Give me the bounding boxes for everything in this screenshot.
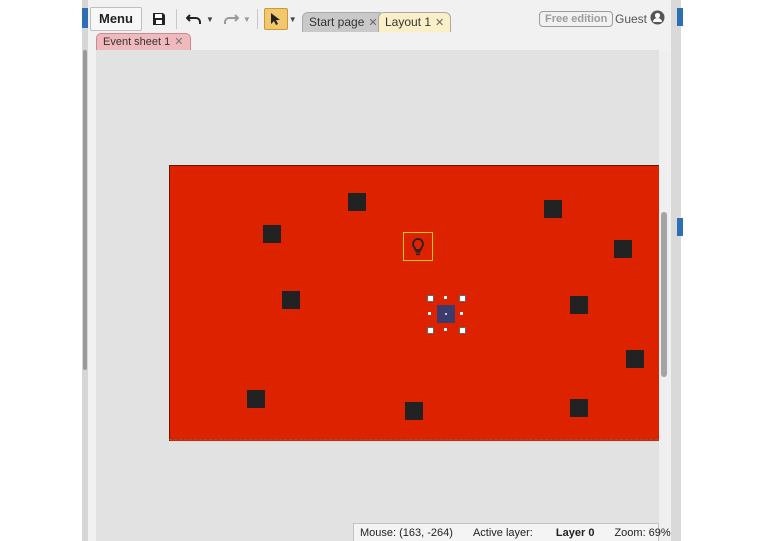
save-icon[interactable]: [148, 8, 170, 30]
wall-block[interactable]: [544, 200, 562, 218]
left-panel-accent: [82, 8, 88, 28]
user-name[interactable]: Guest: [615, 12, 647, 26]
redo-icon[interactable]: [220, 8, 242, 30]
resize-handle[interactable]: [444, 328, 447, 331]
tab-label: Layout 1: [385, 15, 432, 29]
right-panel-accent-top: [677, 8, 683, 26]
wall-block[interactable]: [626, 350, 644, 368]
status-bar: Mouse: (163, -264) Active layer: Layer 0…: [353, 523, 671, 541]
undo-icon[interactable]: [183, 8, 205, 30]
layout-boundary: [169, 439, 658, 440]
resize-handle[interactable]: [428, 312, 431, 315]
pointer-dropdown-icon[interactable]: ▼: [289, 15, 297, 24]
wall-block[interactable]: [405, 402, 423, 420]
mouse-position: Mouse: (163, -264): [360, 526, 453, 539]
tab-label: Event sheet 1: [103, 36, 171, 48]
wall-block[interactable]: [570, 399, 588, 417]
tab-start-page[interactable]: Start page ✕: [302, 12, 385, 32]
user-icon[interactable]: [650, 10, 665, 28]
tab-label: Start page: [309, 15, 365, 29]
undo-dropdown-icon[interactable]: ▼: [206, 15, 214, 24]
toolbar-separator: [256, 9, 258, 29]
toolbar-separator: [175, 9, 177, 29]
resize-handle[interactable]: [459, 295, 466, 302]
redo-dropdown-icon[interactable]: ▼: [243, 15, 251, 24]
wall-block[interactable]: [247, 390, 265, 408]
resize-handle[interactable]: [444, 296, 447, 299]
left-scrollbar-thumb[interactable]: [83, 50, 87, 370]
wall-block[interactable]: [614, 240, 632, 258]
wall-block[interactable]: [282, 291, 300, 309]
main-toolbar: Menu ▼ ▼ ▼: [90, 6, 297, 32]
resize-handle[interactable]: [459, 327, 466, 334]
menu-button[interactable]: Menu: [90, 7, 142, 31]
player-sprite[interactable]: [437, 305, 455, 323]
wall-block[interactable]: [263, 225, 281, 243]
active-layer-value: Layer 0: [555, 526, 595, 539]
right-panel-accent-mid: [677, 218, 683, 236]
active-layer: Active layer: Layer 0: [473, 527, 595, 539]
resize-handle[interactable]: [460, 312, 463, 315]
close-icon[interactable]: ✕: [174, 36, 183, 48]
lightbulb-icon: [412, 237, 424, 255]
tab-layout-1[interactable]: Layout 1 ✕: [378, 12, 452, 32]
tab-event-sheet-1[interactable]: Event sheet 1 ✕: [96, 33, 191, 51]
origin-point: [445, 313, 447, 315]
close-icon[interactable]: ✕: [368, 17, 377, 29]
right-panel-edge: [671, 0, 683, 541]
pointer-icon[interactable]: [263, 8, 288, 30]
resize-handle[interactable]: [427, 295, 434, 302]
active-layer-label: Active layer:: [472, 526, 533, 539]
vertical-scrollbar-thumb[interactable]: [661, 212, 667, 377]
close-icon[interactable]: ✕: [435, 17, 444, 29]
zoom-level: Zoom: 69%: [614, 526, 671, 539]
light-object[interactable]: [403, 232, 433, 261]
wall-block[interactable]: [348, 193, 366, 211]
wall-block[interactable]: [570, 296, 588, 314]
resize-handle[interactable]: [427, 327, 434, 334]
edition-badge: Free edition: [539, 11, 614, 27]
